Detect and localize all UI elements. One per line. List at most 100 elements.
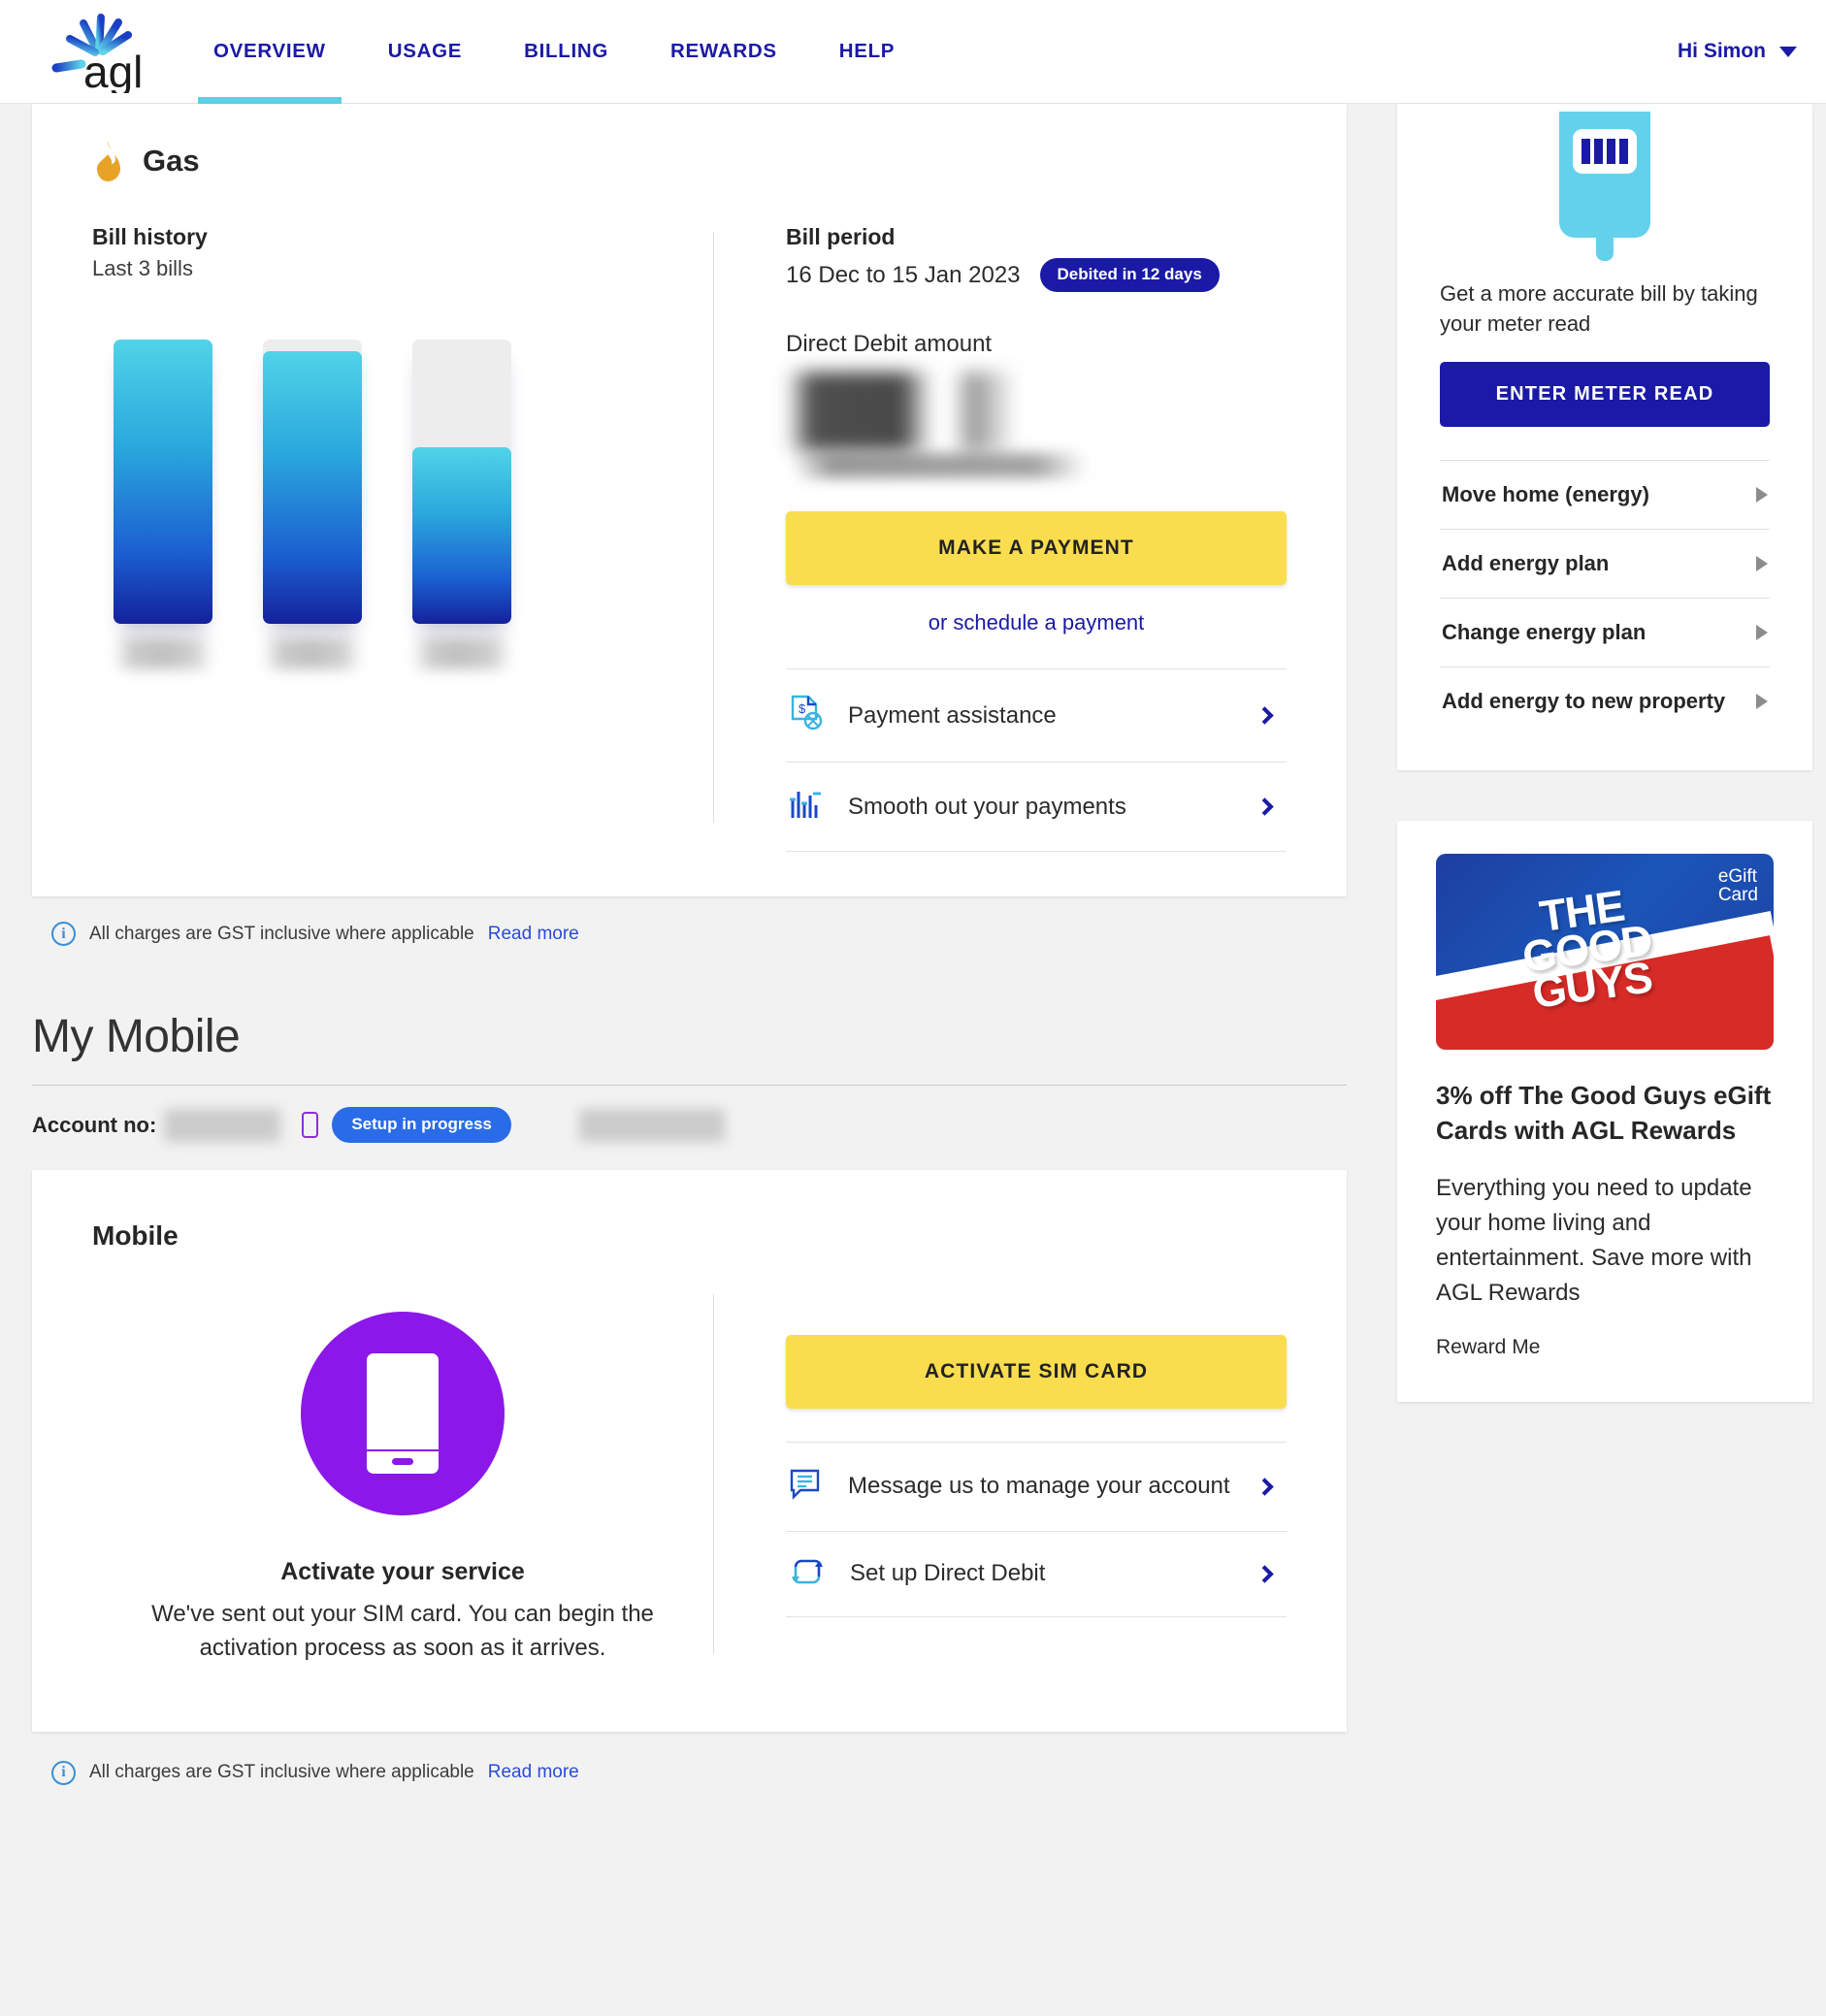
bill-period-title: Bill period bbox=[786, 224, 896, 249]
direct-debit-amount-redacted bbox=[786, 372, 1106, 451]
account-no-label: Account no: bbox=[32, 1112, 157, 1137]
mobile-card-title: Mobile bbox=[92, 1220, 179, 1251]
gas-account-card: Gas Bill history Last 3 bills Bill perio… bbox=[32, 104, 1347, 896]
gas-header: Gas bbox=[92, 141, 1287, 181]
chevron-right-icon bbox=[1255, 1478, 1274, 1496]
gst-read-more-link[interactable]: Read more bbox=[488, 924, 579, 945]
direct-debit-label: Direct Debit amount bbox=[786, 331, 993, 357]
sidebar-item-label: Add energy to new property bbox=[1442, 689, 1726, 714]
bill-history-panel: Bill history Last 3 bills bbox=[92, 224, 713, 852]
triangle-right-icon bbox=[1756, 694, 1768, 710]
chevron-down-icon bbox=[1779, 46, 1797, 57]
bill-history-chart bbox=[92, 340, 684, 669]
main-column: Gas Bill history Last 3 bills Bill perio… bbox=[32, 104, 1347, 1785]
gst-read-more-link[interactable]: Read more bbox=[488, 1762, 579, 1783]
site-header: agl OVERVIEW USAGE BILLING REWARDS HELP … bbox=[0, 0, 1826, 104]
activate-body: We've sent out your SIM card. You can be… bbox=[151, 1601, 654, 1661]
link-smooth-payments[interactable]: Smooth out your payments bbox=[786, 762, 1287, 852]
account-number-redacted bbox=[164, 1108, 281, 1142]
bar-levels-icon bbox=[790, 788, 823, 826]
meter-illustration bbox=[1440, 104, 1770, 261]
mobile-quick-links: Message us to manage your account Set up… bbox=[786, 1441, 1287, 1617]
page-body: Gas Bill history Last 3 bills Bill perio… bbox=[0, 104, 1826, 1824]
bill-period-panel: Bill period 16 Dec to 15 Jan 2023 Debite… bbox=[714, 224, 1287, 852]
sidebar-item-label: Add energy plan bbox=[1442, 551, 1610, 576]
schedule-payment-link[interactable]: or schedule a payment bbox=[786, 610, 1287, 635]
link-label: Payment assistance bbox=[848, 701, 1057, 729]
mobile-phone-illustration bbox=[301, 1312, 505, 1515]
gas-quick-links: $ Payment assistance Smooth out your pay… bbox=[786, 668, 1287, 852]
agl-logo[interactable]: agl bbox=[27, 8, 173, 95]
nav-item-usage[interactable]: USAGE bbox=[357, 0, 493, 104]
rewards-promo-card[interactable]: THE GOOD GUYS eGift Card 3% off The Good… bbox=[1397, 821, 1812, 1402]
triangle-right-icon bbox=[1756, 625, 1768, 641]
chart-bar-label-1 bbox=[114, 636, 212, 669]
promo-heading: 3% off The Good Guys eGift Cards with AG… bbox=[1436, 1081, 1772, 1145]
chart-bar-1[interactable] bbox=[114, 340, 212, 669]
flame-icon bbox=[92, 141, 121, 181]
nav-item-help[interactable]: HELP bbox=[808, 0, 926, 104]
sidebar-item-label: Move home (energy) bbox=[1442, 482, 1649, 507]
link-label: Smooth out your payments bbox=[848, 793, 1126, 820]
meter-read-card: Get a more accurate bill by taking your … bbox=[1397, 104, 1812, 771]
direct-debit-subtext-redacted bbox=[786, 453, 1106, 478]
user-menu[interactable]: Hi Simon bbox=[1678, 40, 1797, 63]
link-label: Set up Direct Debit bbox=[850, 1560, 1046, 1587]
info-icon: i bbox=[51, 1760, 76, 1785]
debit-status-badge: Debited in 12 days bbox=[1039, 258, 1220, 292]
bill-history-title: Bill history bbox=[92, 224, 208, 249]
promo-cta-link[interactable]: Reward Me bbox=[1436, 1336, 1774, 1359]
meter-read-text: Get a more accurate bill by taking your … bbox=[1440, 281, 1758, 337]
mobile-activation-panel: Activate your service We've sent out you… bbox=[92, 1277, 713, 1675]
gift-card-egift-line2: Card bbox=[1717, 885, 1758, 906]
chart-bar-2[interactable] bbox=[263, 340, 362, 669]
nav-item-overview[interactable]: OVERVIEW bbox=[182, 0, 357, 104]
gas-title: Gas bbox=[143, 144, 200, 178]
setup-status-badge: Setup in progress bbox=[332, 1107, 511, 1143]
recurring-arrows-icon bbox=[790, 1557, 825, 1591]
chart-bar-label-3 bbox=[412, 636, 511, 669]
document-dollar-icon: $ bbox=[790, 695, 823, 736]
mobile-account-card: Mobile Activate your service We've sent … bbox=[32, 1170, 1347, 1732]
main-nav: OVERVIEW USAGE BILLING REWARDS HELP bbox=[182, 0, 926, 104]
sidebar-column: Get a more accurate bill by taking your … bbox=[1397, 104, 1812, 1402]
nav-item-billing[interactable]: BILLING bbox=[493, 0, 639, 104]
link-payment-assistance[interactable]: $ Payment assistance bbox=[786, 668, 1287, 762]
chart-bar-3[interactable] bbox=[412, 340, 511, 669]
svg-text:agl: agl bbox=[83, 47, 143, 93]
good-guys-gift-card-image: THE GOOD GUYS eGift Card bbox=[1436, 854, 1774, 1051]
energy-action-links: Move home (energy) Add energy plan Chang… bbox=[1440, 460, 1770, 735]
link-setup-direct-debit[interactable]: Set up Direct Debit bbox=[786, 1530, 1287, 1617]
activate-heading: Activate your service bbox=[280, 1558, 525, 1585]
my-mobile-heading: My Mobile bbox=[32, 1010, 1347, 1086]
account-extra-redacted bbox=[578, 1108, 725, 1142]
chevron-right-icon bbox=[1255, 1565, 1274, 1583]
bill-period-dates: 16 Dec to 15 Jan 2023 bbox=[786, 261, 1021, 288]
gift-card-egift-line1: eGift bbox=[1717, 866, 1757, 888]
link-label: Message us to manage your account bbox=[848, 1473, 1230, 1500]
link-message-us[interactable]: Message us to manage your account bbox=[786, 1441, 1287, 1531]
gst-note-text: All charges are GST inclusive where appl… bbox=[89, 1762, 474, 1783]
enter-meter-read-button[interactable]: ENTER METER READ bbox=[1440, 362, 1770, 428]
sidebar-item-add-energy-new-property[interactable]: Add energy to new property bbox=[1440, 667, 1770, 735]
chevron-right-icon bbox=[1255, 797, 1274, 816]
sidebar-item-change-energy-plan[interactable]: Change energy plan bbox=[1440, 598, 1770, 667]
promo-body: Everything you need to update your home … bbox=[1436, 1174, 1752, 1306]
activate-sim-button[interactable]: ACTIVATE SIM CARD bbox=[786, 1334, 1287, 1409]
mobile-actions-panel: ACTIVATE SIM CARD Message us to manage y… bbox=[714, 1277, 1287, 1675]
bill-history-subtitle: Last 3 bills bbox=[92, 256, 193, 280]
chevron-right-icon bbox=[1255, 706, 1274, 725]
triangle-right-icon bbox=[1756, 556, 1768, 572]
gst-note-text: All charges are GST inclusive where appl… bbox=[89, 923, 474, 944]
sidebar-item-move-home[interactable]: Move home (energy) bbox=[1440, 460, 1770, 529]
sidebar-item-label: Change energy plan bbox=[1442, 620, 1647, 645]
phone-icon bbox=[302, 1112, 319, 1138]
gst-note-gas: i All charges are GST inclusive where ap… bbox=[32, 896, 1347, 946]
nav-item-rewards[interactable]: REWARDS bbox=[639, 0, 808, 104]
sidebar-item-add-energy-plan[interactable]: Add energy plan bbox=[1440, 529, 1770, 598]
mobile-account-row: Account no: Setup in progress bbox=[32, 1107, 1347, 1143]
make-payment-button[interactable]: MAKE A PAYMENT bbox=[786, 511, 1287, 585]
message-icon bbox=[790, 1468, 823, 1506]
triangle-right-icon bbox=[1756, 487, 1768, 504]
user-greeting: Hi Simon bbox=[1677, 40, 1766, 62]
